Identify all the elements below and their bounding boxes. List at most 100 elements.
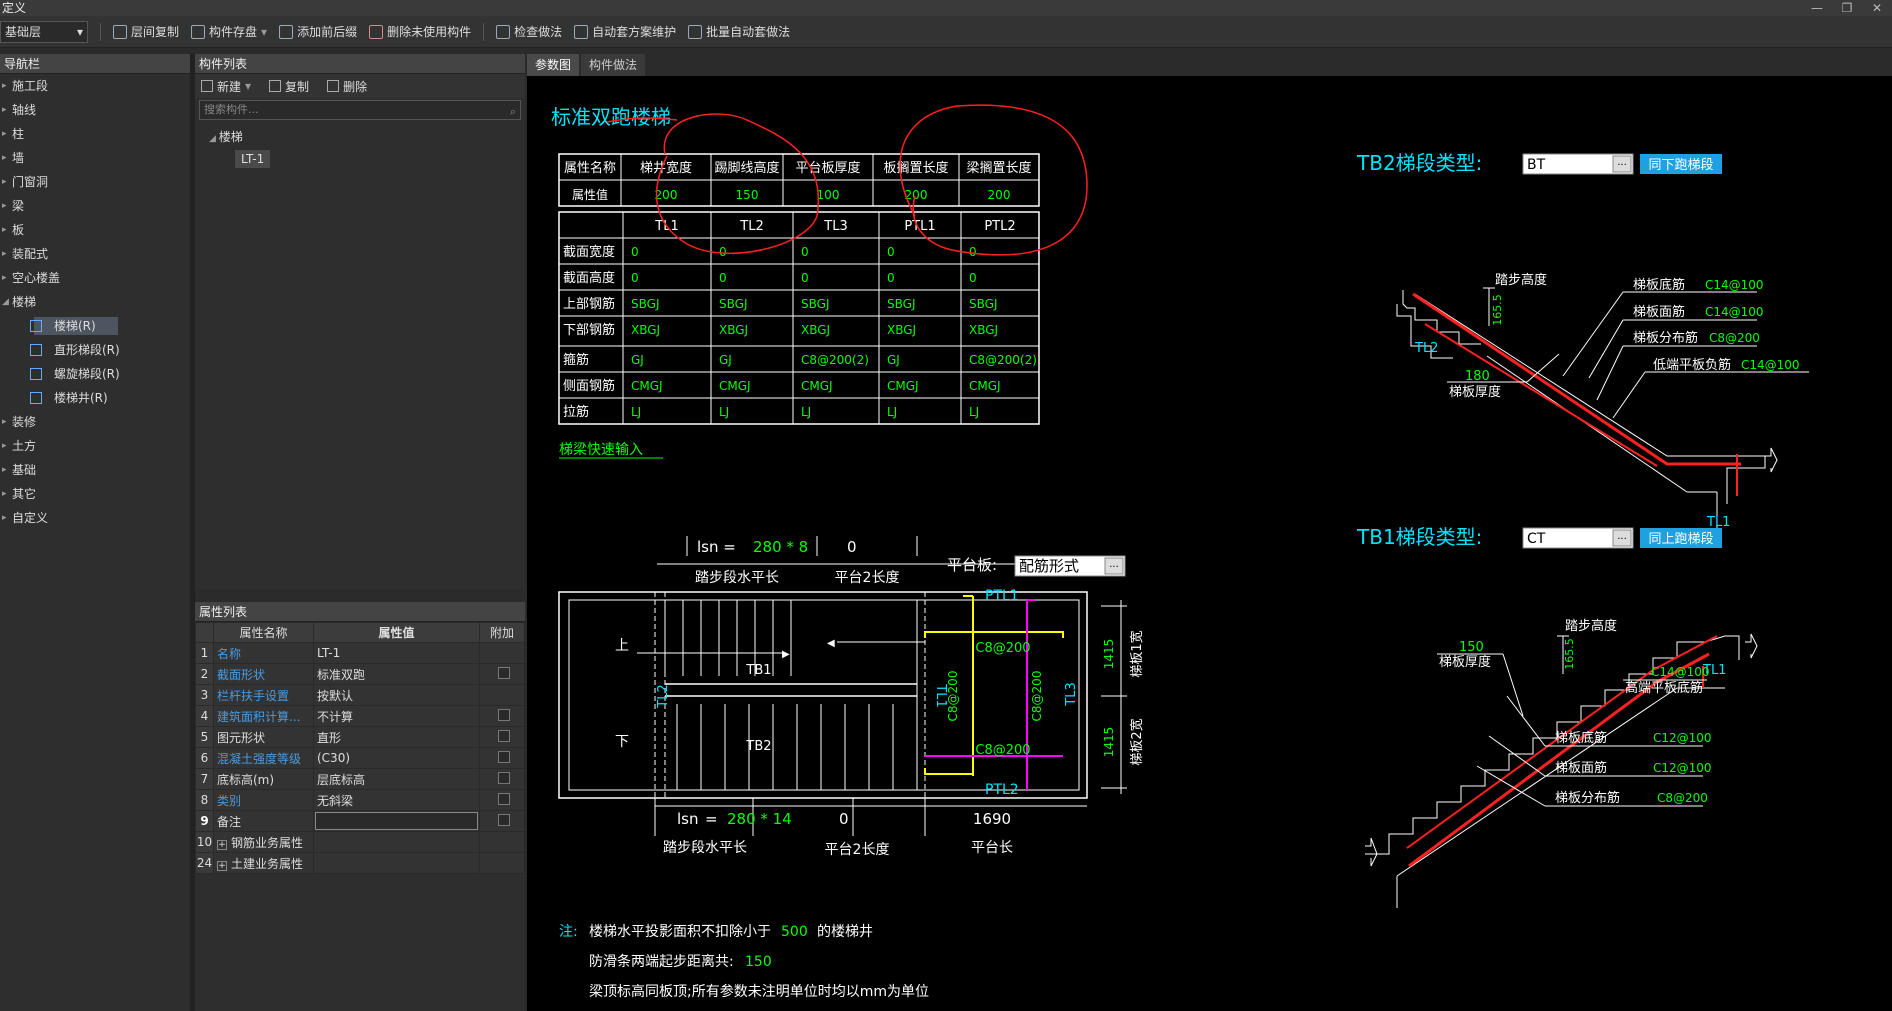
attr-value[interactable]: 标准双跑 bbox=[313, 663, 480, 685]
nav-item-1[interactable]: ▸ 轴线 bbox=[0, 98, 190, 122]
tab-param-diagram[interactable]: 参数图 bbox=[527, 54, 580, 76]
attr-value[interactable]: 无斜梁 bbox=[313, 789, 480, 811]
attribute-rows: 1 名称 LT-1 2 截面形状 标准双跑 3 栏杆扶手设置 按默认 4 建筑面积计算... 不计算 5… bbox=[195, 642, 525, 874]
chevron-down-icon: ▾ bbox=[76, 24, 83, 39]
attr-extra bbox=[479, 726, 525, 748]
attr-checkbox[interactable] bbox=[497, 666, 510, 679]
check-method-button[interactable]: 检查做法 bbox=[496, 23, 562, 40]
nav-item-9[interactable]: ◢ 楼梯 bbox=[0, 290, 190, 314]
attr-row[interactable]: 10 + 钢筋业务属性 bbox=[195, 831, 525, 853]
restore-button[interactable]: ❐ bbox=[1832, 0, 1862, 16]
floor-select[interactable]: 基础层 ▾ bbox=[0, 20, 88, 43]
attr-checkbox[interactable] bbox=[497, 708, 510, 721]
nav-item-8[interactable]: ▸ 空心楼盖 bbox=[0, 266, 190, 290]
delete-unused-button[interactable]: 删除未使用构件 bbox=[369, 23, 471, 40]
nav-item-4[interactable]: ▸ 门窗洞 bbox=[0, 170, 190, 194]
delete-component-button[interactable]: 删除 bbox=[327, 78, 367, 95]
attr-checkbox[interactable] bbox=[497, 750, 510, 763]
nav-item-after-0[interactable]: ▸ 装修 bbox=[0, 410, 190, 434]
expand-plus-icon[interactable]: + bbox=[217, 839, 227, 850]
beam-row-label: 拉筋 bbox=[563, 404, 589, 420]
attr-row[interactable]: 2 截面形状 标准双跑 bbox=[195, 663, 525, 685]
dim-lsn-label: lsn = bbox=[697, 538, 736, 556]
attr-value[interactable] bbox=[313, 810, 480, 832]
nav-item-6[interactable]: ▸ 板 bbox=[0, 218, 190, 242]
component-search-input[interactable]: 搜索构件... ⌕ bbox=[199, 100, 521, 120]
auto-scheme-button[interactable]: 自动套方案维护 bbox=[574, 23, 676, 40]
beam-cell: 0 bbox=[887, 245, 895, 259]
attr-value[interactable]: 层底标高 bbox=[313, 768, 480, 790]
nav-sub-item-0[interactable]: 楼梯(R) bbox=[0, 314, 190, 338]
expand-plus-icon[interactable]: + bbox=[217, 860, 227, 871]
nav-item-5[interactable]: ▸ 梁 bbox=[0, 194, 190, 218]
batch-auto-button[interactable]: 批量自动套做法 bbox=[688, 23, 790, 40]
nav-sub-item-2[interactable]: 螺旋梯段(R) bbox=[0, 362, 190, 386]
tb2-outline bbox=[1402, 290, 1481, 345]
attr-row[interactable]: 6 混凝土强度等级 (C30) bbox=[195, 747, 525, 769]
stair-icon bbox=[30, 320, 42, 332]
nav-item-after-3[interactable]: ▸ 其它 bbox=[0, 482, 190, 506]
attr-row[interactable]: 8 类别 无斜梁 bbox=[195, 789, 525, 811]
attr-row[interactable]: 9 备注 bbox=[195, 810, 525, 832]
attr-name-header: 属性名称 bbox=[213, 622, 314, 643]
tb2-step-height-label: 踏步高度 bbox=[1495, 272, 1547, 288]
copy-between-floors-button[interactable]: 层间复制 bbox=[113, 23, 179, 40]
nav-item-label: 门窗洞 bbox=[12, 175, 49, 189]
leader-line bbox=[1506, 695, 1546, 747]
attr-checkbox[interactable] bbox=[497, 729, 510, 742]
close-button[interactable]: ✕ bbox=[1862, 0, 1892, 16]
attr-row[interactable]: 3 栏杆扶手设置 按默认 bbox=[195, 684, 525, 706]
attribute-panel: 属性列表 属性名称 属性值 附加 1 名称 LT-1 2 截面形状 标准双跑 3 栏杆扶手设置… bbox=[195, 602, 525, 1011]
minimize-button[interactable]: — bbox=[1802, 0, 1832, 16]
nav-item-2[interactable]: ▸ 柱 bbox=[0, 122, 190, 146]
nav-sub-item-3[interactable]: 楼梯井(R) bbox=[0, 386, 190, 410]
attr-row-number: 9 bbox=[195, 810, 214, 832]
beam-row-label: 箍筋 bbox=[563, 352, 589, 368]
attr-value[interactable] bbox=[313, 852, 480, 874]
nav-item-0[interactable]: ▸ 施工段 bbox=[0, 74, 190, 98]
nav-item-7[interactable]: ▸ 装配式 bbox=[0, 242, 190, 266]
beam-row-label: 侧面钢筋 bbox=[563, 378, 615, 394]
c8-top-label: C8@200 bbox=[975, 641, 1030, 656]
attr-checkbox[interactable] bbox=[497, 813, 510, 826]
attr-value[interactable]: LT-1 bbox=[313, 642, 480, 664]
attr-checkbox[interactable] bbox=[497, 771, 510, 784]
attr-extra bbox=[479, 705, 525, 727]
save-component-button[interactable]: 构件存盘 ▾ bbox=[191, 23, 267, 40]
attr-value[interactable]: 不计算 bbox=[313, 705, 480, 727]
attr-row[interactable]: 24 + 土建业务属性 bbox=[195, 852, 525, 874]
attr-value[interactable]: 直形 bbox=[313, 726, 480, 748]
add-prefix-suffix-button[interactable]: 添加前后缀 bbox=[279, 23, 357, 40]
attr-value[interactable]: (C30) bbox=[313, 747, 480, 769]
attr-row[interactable]: 4 建筑面积计算... 不计算 bbox=[195, 705, 525, 727]
quick-input-link[interactable]: 梯梁快速输入 bbox=[559, 442, 643, 458]
copy-component-button[interactable]: 复制 bbox=[269, 78, 309, 95]
remark-input[interactable] bbox=[315, 812, 478, 830]
attr-row[interactable]: 7 底标高(m) 层底标高 bbox=[195, 768, 525, 790]
nav-item-after-2[interactable]: ▸ 基础 bbox=[0, 458, 190, 482]
attr-value[interactable]: 按默认 bbox=[313, 684, 480, 706]
new-component-button[interactable]: 新建 ▾ bbox=[201, 78, 251, 95]
tb1-step-height-label: 踏步高度 bbox=[1565, 618, 1617, 634]
tb1-top-bar-value: C12@100 bbox=[1653, 761, 1712, 775]
break-icon bbox=[1365, 837, 1378, 867]
tree-node-lt1[interactable]: LT-1 bbox=[195, 148, 525, 170]
nav-item-3[interactable]: ▸ 墙 bbox=[0, 146, 190, 170]
nav-item-label: 土方 bbox=[12, 439, 37, 453]
nav-sub-item-label: 楼梯井(R) bbox=[54, 391, 108, 405]
beam-cell: 0 bbox=[969, 245, 977, 259]
beam-cell: 0 bbox=[631, 245, 639, 259]
nav-item-after-4[interactable]: ▸ 自定义 bbox=[0, 506, 190, 530]
tree-node-stairs[interactable]: ◢ 楼梯 bbox=[195, 126, 525, 148]
tb2-low-neg-value: C14@100 bbox=[1741, 358, 1800, 372]
attr-row[interactable]: 1 名称 LT-1 bbox=[195, 642, 525, 664]
beam-cell: SBGJ bbox=[969, 297, 997, 311]
ellipsis-icon-label: ··· bbox=[1617, 160, 1627, 171]
expand-arrow-icon: ▸ bbox=[2, 81, 7, 91]
attr-row[interactable]: 5 图元形状 直形 bbox=[195, 726, 525, 748]
nav-sub-item-1[interactable]: 直形梯段(R) bbox=[0, 338, 190, 362]
attr-value[interactable] bbox=[313, 831, 480, 853]
tab-component-method[interactable]: 构件做法 bbox=[581, 54, 646, 76]
nav-item-after-1[interactable]: ▸ 土方 bbox=[0, 434, 190, 458]
attr-checkbox[interactable] bbox=[497, 792, 510, 805]
